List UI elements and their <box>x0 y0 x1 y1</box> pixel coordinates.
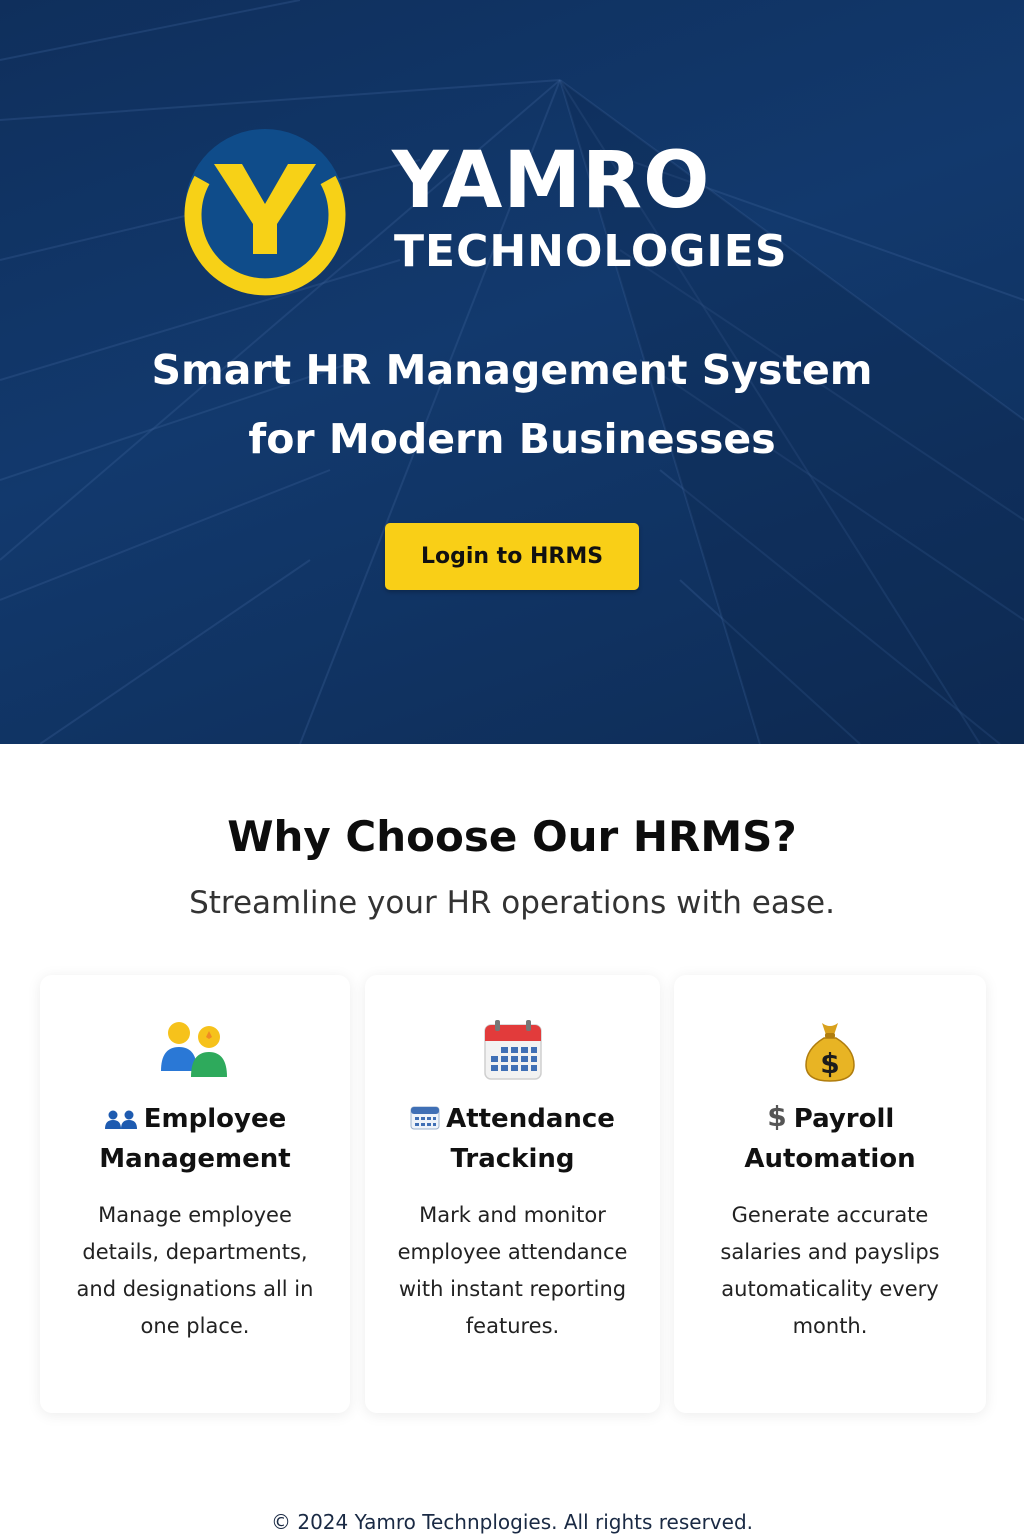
brand-logo[interactable]: YAMRO TECHNOLOGIES <box>176 120 796 300</box>
hero-section: YAMRO TECHNOLOGIES Smart HR Management S… <box>0 0 1024 744</box>
tagline-line-2: for Modern Businesses <box>248 415 776 463</box>
calendar-icon <box>483 1020 542 1080</box>
card-description: Manage employee details, departments, an… <box>76 1203 314 1338</box>
tagline-line-1: Smart HR Management System <box>151 346 873 394</box>
brand-subtitle: TECHNOLOGIES <box>394 226 788 277</box>
svg-text:$: $ <box>767 1102 786 1130</box>
people-small-icon <box>104 1110 137 1129</box>
yamro-logo-icon <box>184 129 346 296</box>
features-title: Why Choose Our HRMS? <box>227 812 797 861</box>
card-title-line-1: Employee <box>143 1104 287 1134</box>
money-bag-icon: $ <box>805 1023 855 1082</box>
card-title: Employee Management <box>40 1099 350 1179</box>
features-subtitle: Streamline your HR operations with ease. <box>189 885 835 921</box>
feature-card-payroll: $ $ Payroll Automation Generate accurate… <box>674 975 986 1413</box>
hero-tagline: Smart HR Management System for Modern Bu… <box>0 336 1024 474</box>
card-description: Generate accurate salaries and payslips … <box>720 1203 940 1338</box>
dollar-icon: $ <box>767 1102 786 1130</box>
card-title: $ Payroll Automation <box>674 1099 986 1179</box>
calendar-small-icon <box>410 1106 440 1130</box>
card-title: Attendance Tracking <box>365 1099 660 1179</box>
card-title-line-1: Payroll <box>793 1104 895 1134</box>
card-title-line-2: Tracking <box>450 1144 575 1174</box>
card-description: Mark and monitor employee attendance wit… <box>397 1203 628 1338</box>
feature-card-employee: Employee Management Manage employee deta… <box>40 975 350 1413</box>
card-title-line-2: Automation <box>744 1144 916 1174</box>
people-icon <box>161 1022 227 1077</box>
footer-copyright: © 2024 Yamro Technplogies. All rights re… <box>271 1510 753 1534</box>
brand-name: YAMRO <box>392 136 711 226</box>
login-button[interactable]: Login to HRMS <box>385 523 639 590</box>
svg-text:$: $ <box>820 1047 839 1080</box>
card-title-line-1: Attendance <box>446 1104 615 1134</box>
feature-card-attendance: Attendance Tracking Mark and monitor emp… <box>365 975 660 1413</box>
card-title-line-2: Management <box>99 1144 291 1174</box>
